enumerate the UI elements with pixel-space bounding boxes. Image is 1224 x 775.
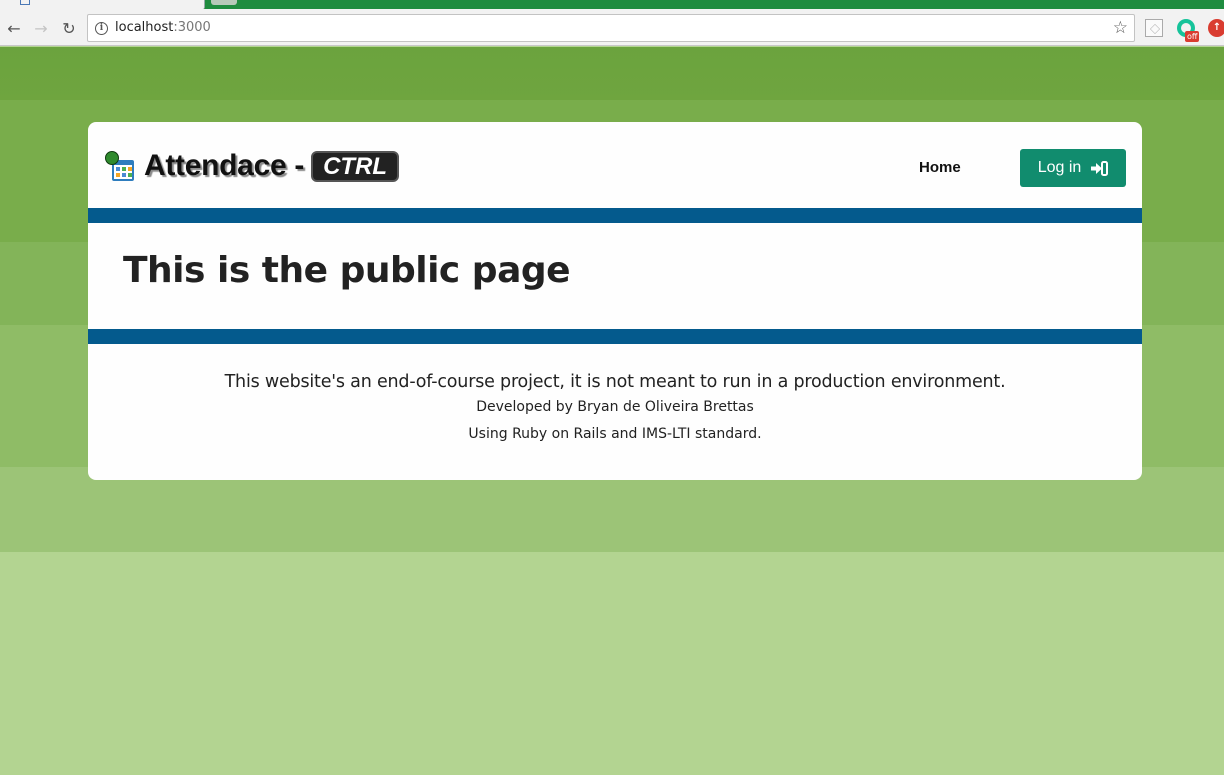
footer-stack: Using Ruby on Rails and IMS-LTI standard…: [468, 426, 762, 442]
footer-disclaimer: This website's an end-of-course project,…: [224, 372, 1006, 392]
browser-toolbar: ← → ↻ i localhost:3000 ☆ ↑: [0, 9, 1224, 46]
page-footer: This website's an end-of-course project,…: [88, 370, 1142, 448]
footer-author: Developed by Bryan de Oliveira Brettas: [476, 399, 754, 415]
brand-badge: CTRL: [311, 150, 400, 182]
url-text[interactable]: localhost:3000: [115, 20, 211, 35]
smiley-face-icon: [105, 151, 119, 165]
reload-icon[interactable]: ↻: [59, 18, 79, 38]
address-bar[interactable]: i localhost:3000 ☆: [87, 14, 1135, 42]
page-title: This is the public page: [123, 250, 571, 291]
page-favicon-icon: [20, 0, 30, 5]
calendar-icon: [104, 150, 136, 182]
upload-extension-icon[interactable]: ↑: [1208, 19, 1224, 37]
brand-logo[interactable]: Attendace - CTRL: [104, 149, 400, 183]
extension-off-badge: off: [1185, 31, 1200, 42]
forward-arrow-icon[interactable]: →: [31, 18, 51, 38]
tab-strip: [0, 0, 1224, 9]
nav-home-link[interactable]: Home: [919, 159, 961, 176]
login-label: Log in: [1037, 159, 1082, 176]
site-info-icon[interactable]: i: [95, 22, 108, 35]
brand-name: Attendace -: [144, 149, 305, 182]
url-port: :3000: [173, 20, 211, 35]
footer-divider: [88, 329, 1142, 344]
sign-in-icon: [1091, 160, 1109, 176]
back-arrow-icon[interactable]: ←: [4, 18, 24, 38]
new-tab-button[interactable]: [211, 0, 237, 5]
url-host: localhost: [115, 20, 174, 35]
pdf-extension-icon[interactable]: [1145, 19, 1163, 37]
bookmark-star-icon[interactable]: ☆: [1113, 18, 1128, 38]
login-button[interactable]: Log in: [1020, 149, 1126, 187]
tab-active[interactable]: [0, 0, 205, 9]
header-divider: [88, 208, 1142, 223]
main-card: Attendace - CTRL Home Log in This is the…: [88, 122, 1142, 480]
